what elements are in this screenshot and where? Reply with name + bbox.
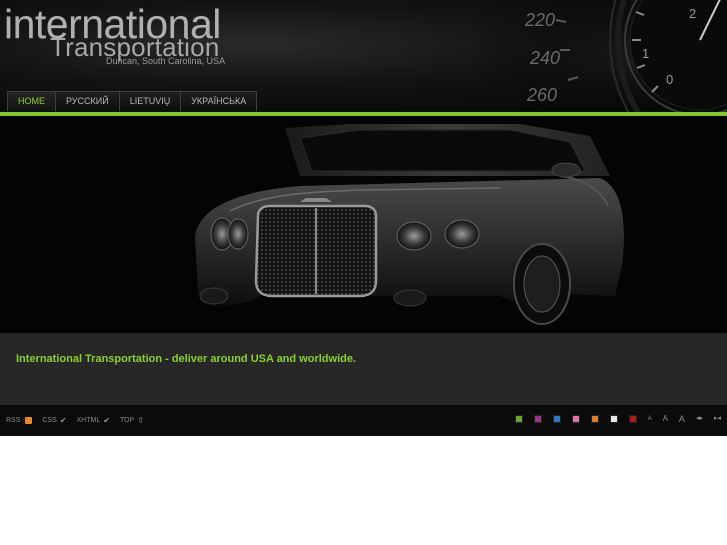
site-container: 220 240 260 2 1 0 international Transpor… (0, 0, 727, 436)
nav-item-lithuanian[interactable]: LIETUVIŲ (118, 91, 182, 111)
color-swatch-purple[interactable] (533, 415, 542, 423)
color-swatch-red[interactable] (628, 415, 637, 423)
rss-icon (25, 417, 33, 424)
footer: RSS CSS ✔ XHTML ✔ TOP ⇧ A A A ◂▸ ▸◂ (0, 405, 727, 436)
gauge-number-2: 2 (689, 6, 696, 21)
logo-location: Duncan, South Carolina, USA (106, 56, 226, 66)
rss-link[interactable]: RSS (6, 417, 33, 424)
color-swatch-pink[interactable] (571, 415, 580, 423)
main-nav: HOME РУССКИЙ LIETUVIŲ УКРАЇНСЬКА (7, 91, 258, 112)
top-label: TOP (119, 417, 135, 424)
font-size-large-button[interactable]: A (679, 414, 685, 424)
checkmark-icon: ✔ (59, 416, 67, 425)
color-swatch-green[interactable] (514, 415, 523, 423)
color-swatch-blue[interactable] (552, 415, 561, 423)
css-validator-link[interactable]: CSS ✔ (42, 416, 66, 425)
footer-links: RSS CSS ✔ XHTML ✔ TOP ⇧ (6, 416, 154, 425)
color-swatch-orange[interactable] (590, 415, 599, 423)
hero-banner (0, 116, 727, 333)
gauge-number-0: 0 (666, 72, 673, 87)
car-image (0, 116, 727, 333)
top-link[interactable]: TOP ⇧ (120, 416, 144, 425)
gauge-number-220: 220 (524, 10, 555, 30)
rss-label: RSS (6, 417, 21, 424)
xhtml-validator-link[interactable]: XHTML ✔ (77, 416, 110, 425)
nav-item-home[interactable]: HOME (7, 91, 56, 111)
header: 220 240 260 2 1 0 international Transpor… (0, 0, 727, 112)
gauge-number-240: 240 (529, 48, 560, 68)
width-shrink-icon[interactable]: ▸◂ (714, 414, 721, 424)
font-size-medium-button[interactable]: A (663, 414, 668, 424)
nav-item-russian[interactable]: РУССКИЙ (55, 91, 120, 111)
css-label: CSS (42, 417, 57, 424)
gauge-number-1: 1 (642, 46, 649, 61)
checkmark-icon: ✔ (103, 416, 110, 425)
nav-item-ukrainian[interactable]: УКРАЇНСЬКА (180, 91, 258, 111)
style-tools: A A A ◂▸ ▸◂ (504, 414, 721, 424)
tagline-band: International Transportation - deliver a… (0, 333, 727, 405)
arrow-up-icon: ⇧ (137, 416, 144, 425)
gauge-number-260: 260 (526, 85, 557, 105)
xhtml-label: XHTML (76, 417, 101, 424)
font-size-small-button[interactable]: A (648, 414, 652, 424)
width-expand-icon[interactable]: ◂▸ (696, 414, 703, 424)
tagline-text: International Transportation - deliver a… (16, 353, 357, 365)
color-swatch-white[interactable] (609, 415, 618, 423)
